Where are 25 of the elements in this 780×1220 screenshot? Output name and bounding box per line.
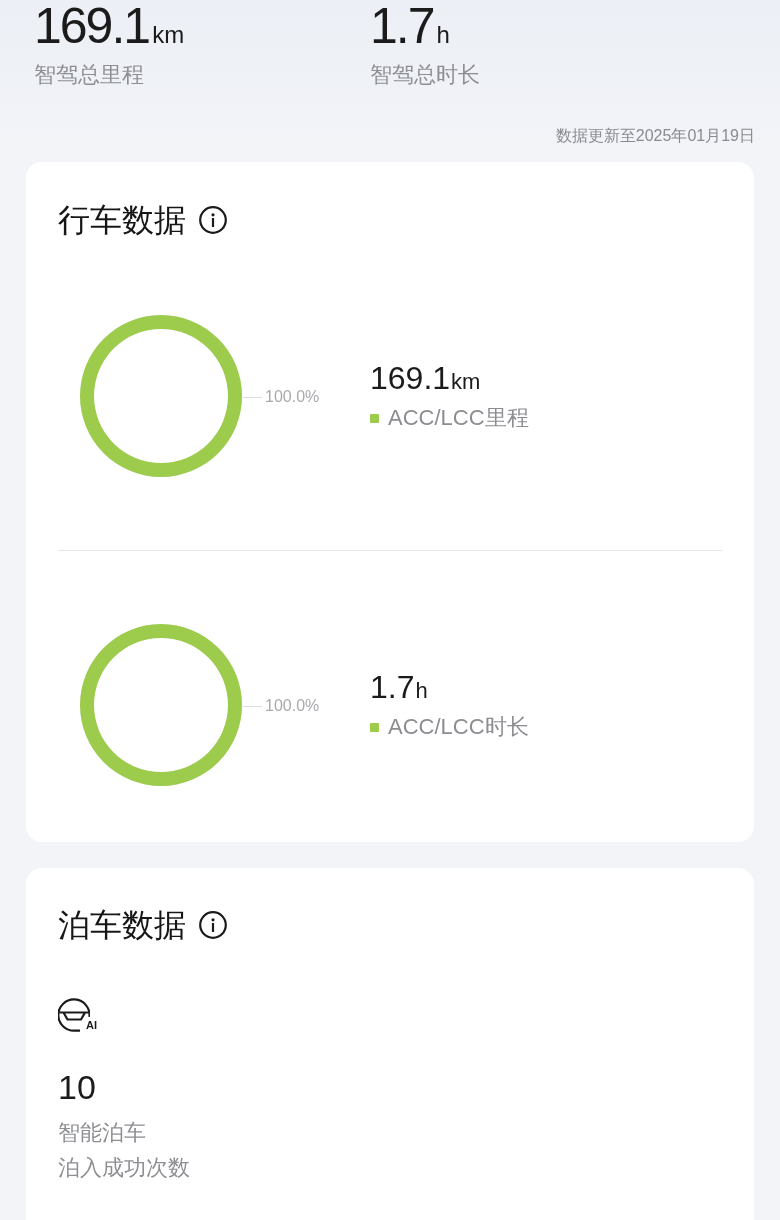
- card-title: 泊车数据: [58, 907, 186, 943]
- info-icon[interactable]: [199, 206, 227, 234]
- update-note: 数据更新至2025年01月19日: [555, 126, 755, 146]
- stat-value: 1.7: [370, 0, 434, 52]
- stat-unit: h: [436, 23, 450, 47]
- info-icon[interactable]: [199, 911, 227, 939]
- legend-label: ACC/LCC里程: [388, 404, 529, 432]
- stat-label: 智驾总时长: [370, 61, 480, 89]
- metric-value: 169.1: [370, 359, 451, 397]
- percent-label: 100.0%: [265, 387, 320, 407]
- legend-label: ACC/LCC时长: [388, 713, 529, 741]
- leader-line: [243, 396, 262, 398]
- leader-line: [243, 705, 262, 707]
- stat-unit: km: [152, 23, 185, 47]
- card-title: 行车数据: [58, 202, 186, 238]
- ai-label: AI: [86, 1019, 97, 1031]
- metric-unit: h: [415, 680, 428, 702]
- parking-stat-caption: 泊入成功次数: [58, 1154, 190, 1182]
- stat-label: 智驾总里程: [34, 61, 144, 89]
- parking-stat-name: 智能泊车: [58, 1119, 146, 1147]
- parking-count: 10: [58, 1067, 96, 1107]
- metric-unit: km: [451, 371, 481, 393]
- percent-label: 100.0%: [265, 696, 320, 716]
- stat-value: 169.1: [34, 0, 150, 52]
- metric-value: 1.7: [370, 668, 415, 706]
